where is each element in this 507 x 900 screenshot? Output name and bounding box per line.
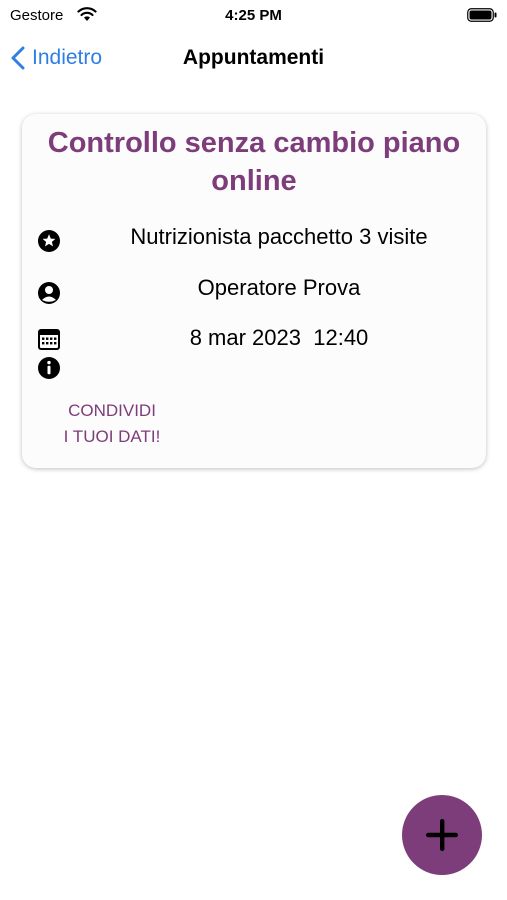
- info-circle-icon[interactable]: [37, 356, 61, 380]
- calendar-icon: [38, 329, 60, 350]
- appointment-datetime: 8 mar 2023 12:40: [82, 325, 476, 351]
- person-circle-icon: [38, 282, 60, 304]
- appointment-title: Controllo senza cambio piano online: [47, 127, 461, 197]
- star-circle-icon: [38, 230, 60, 252]
- share-link-line2: I TUOI DATI!: [63, 427, 161, 446]
- status-bar: Gestore 4:25 PM: [0, 0, 507, 30]
- page-title: Appuntamenti: [182, 46, 325, 69]
- appointments-screen: Gestore 4:25 PM Indietro Appuntamenti Co…: [0, 0, 507, 900]
- status-time: 4:25 PM: [225, 7, 282, 24]
- share-data-link[interactable]: CONDIVIDI I TUOI DATI!: [42, 398, 182, 450]
- operator-name: Operatore Prova: [197, 275, 361, 300]
- add-appointment-button[interactable]: [402, 795, 482, 875]
- appointment-date: 8 mar 2023: [189, 325, 301, 350]
- battery-icon: [467, 8, 497, 22]
- appointment-time: 12:40: [313, 325, 369, 350]
- plus-icon: [426, 819, 458, 851]
- navigation-bar: Indietro Appuntamenti: [0, 36, 507, 80]
- share-link-line1: CONDIVIDI: [68, 401, 156, 420]
- service-name: Nutrizionista pacchetto 3 visite: [130, 224, 428, 249]
- appointment-card[interactable]: Controllo senza cambio piano online Nutr…: [22, 114, 486, 468]
